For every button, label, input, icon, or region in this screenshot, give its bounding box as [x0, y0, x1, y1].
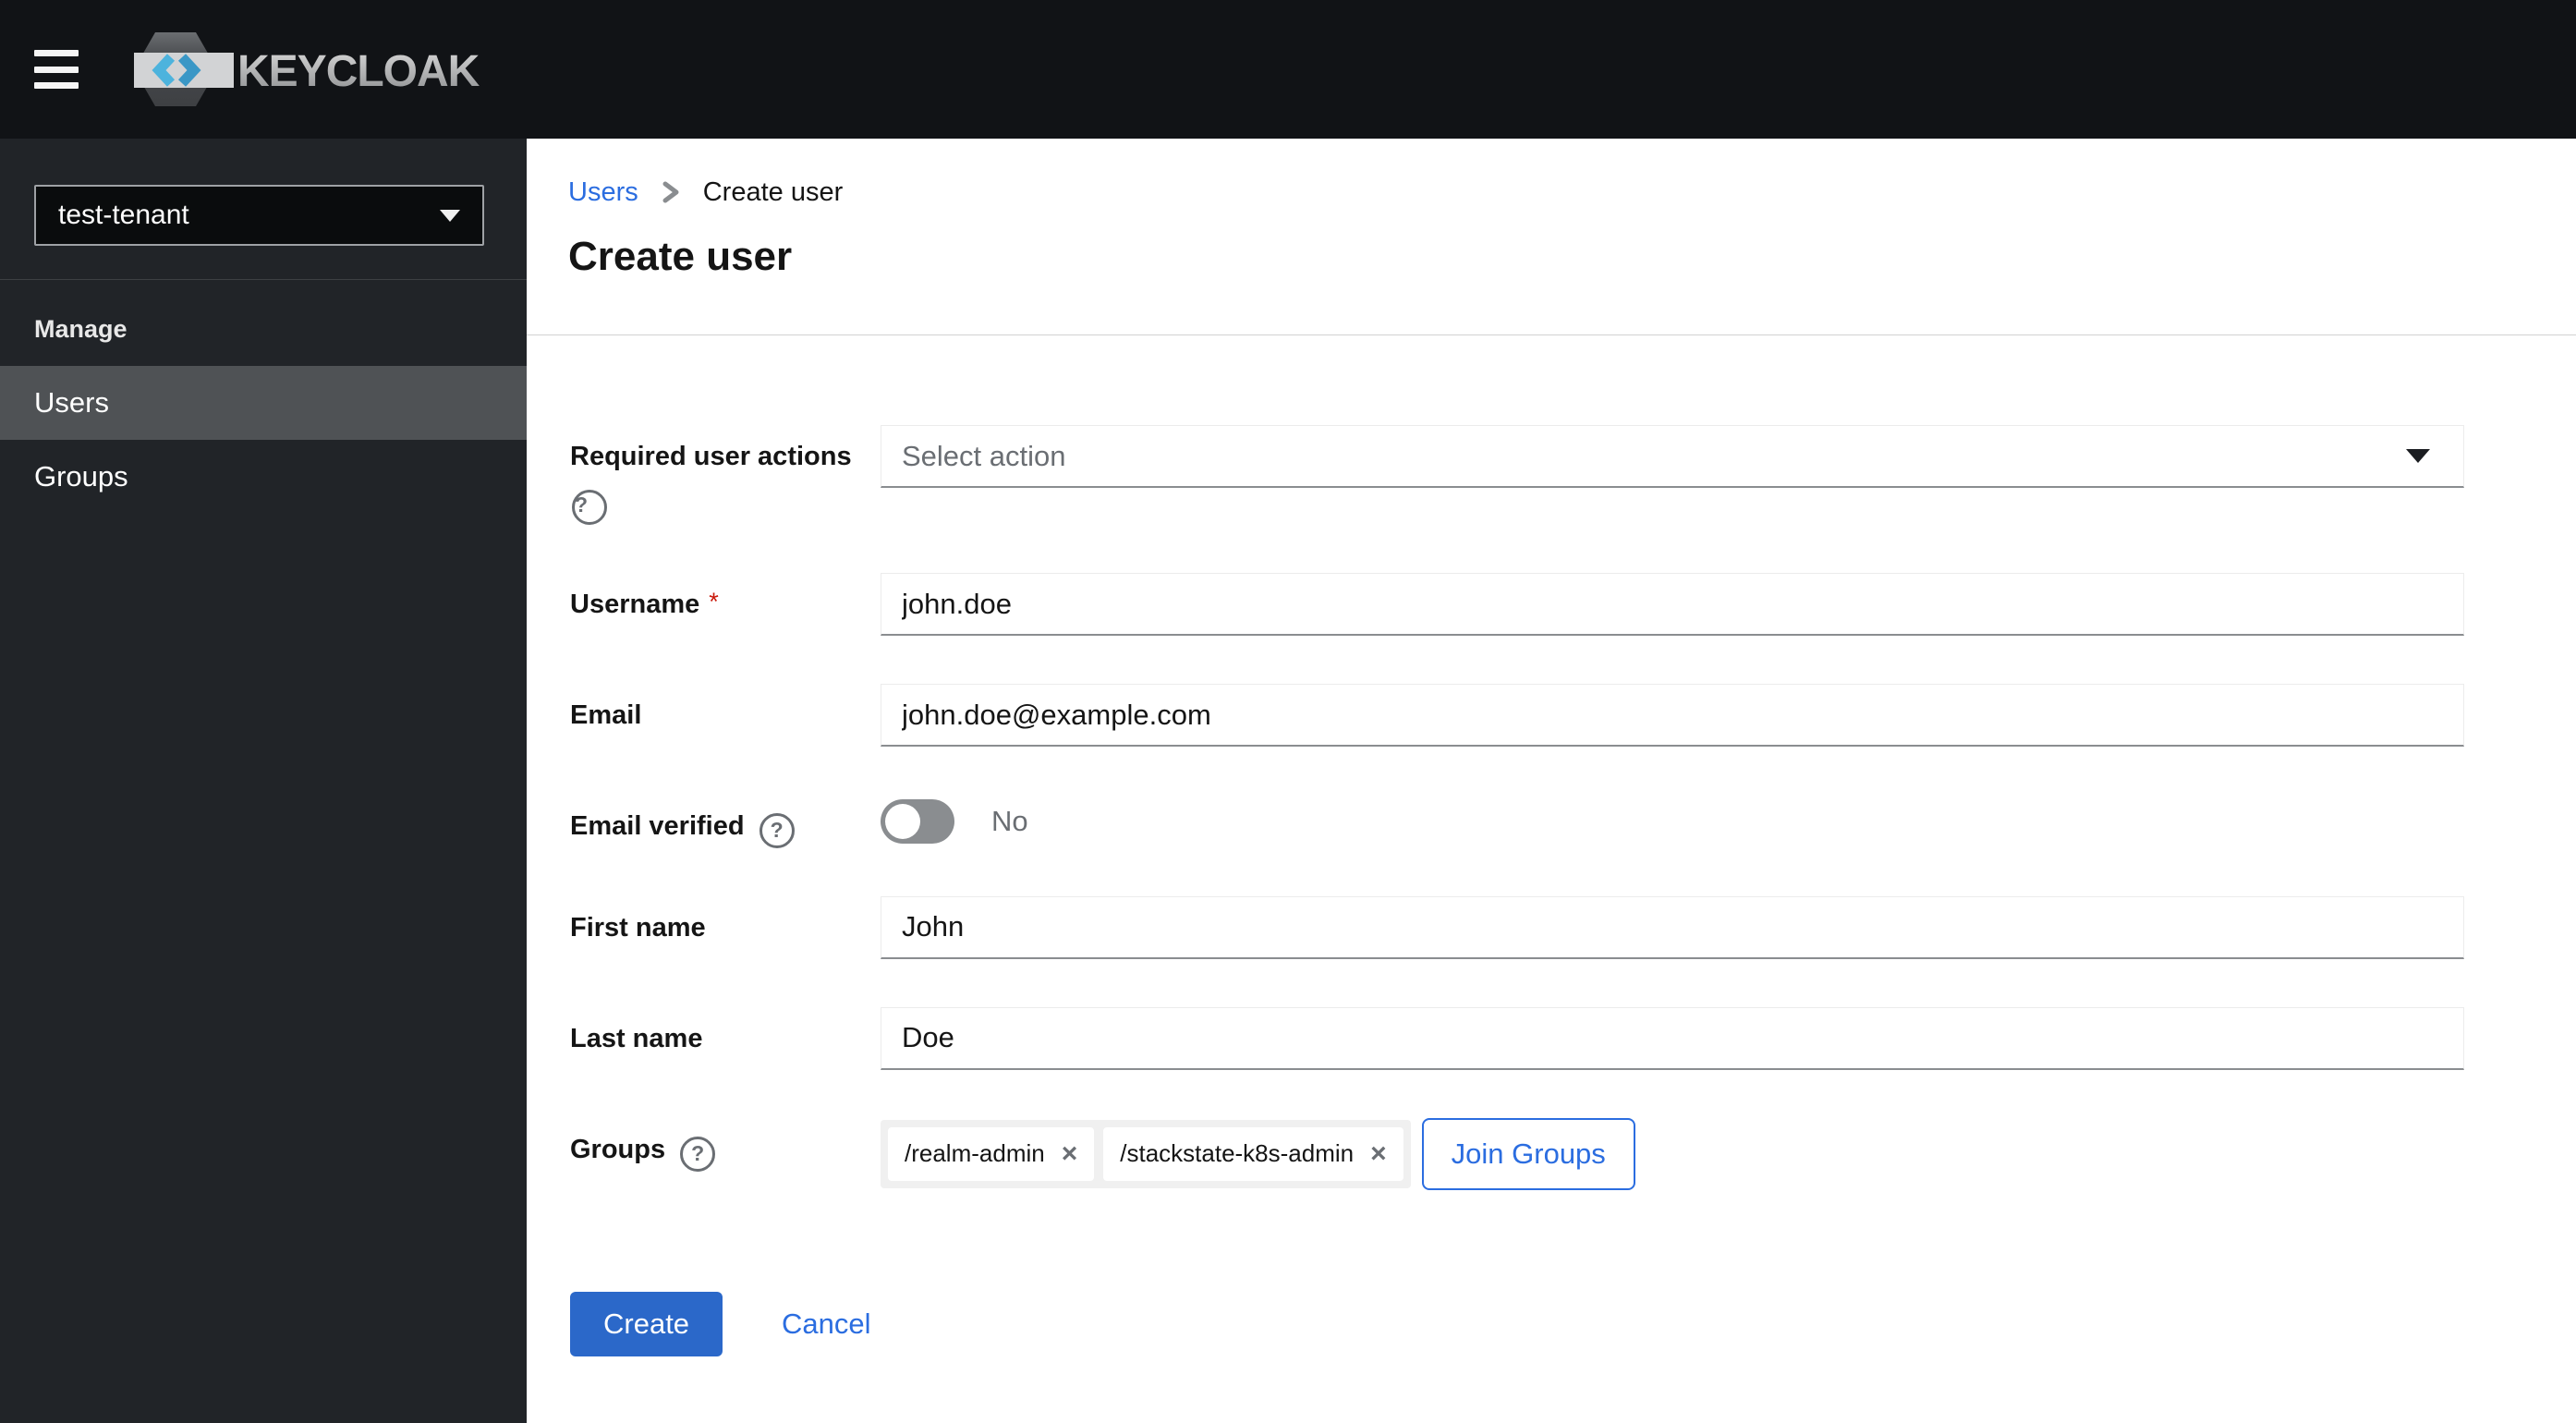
breadcrumb-current: Create user — [702, 177, 844, 207]
switch-knob — [885, 803, 920, 839]
page-title: Create user — [568, 234, 793, 279]
nav-toggle-button[interactable] — [34, 48, 80, 91]
chip-label: /realm-admin — [905, 1139, 1045, 1168]
cancel-link[interactable]: Cancel — [782, 1307, 871, 1341]
sidebar-item-groups[interactable]: Groups — [0, 440, 527, 514]
chip-stackstate-k8s-admin: /stackstate-k8s-admin × — [1103, 1126, 1403, 1181]
first-name-input[interactable] — [881, 895, 2464, 959]
last-name-label: Last name — [570, 1023, 703, 1053]
sidebar-item-label: Users — [34, 386, 109, 419]
form-group-username: Username * — [570, 573, 2576, 636]
close-icon[interactable]: × — [1370, 1139, 1387, 1168]
sidebar-item-label: Groups — [34, 460, 128, 493]
chip-realm-admin: /realm-admin × — [888, 1126, 1095, 1181]
form-group-required-user-actions: Required user actions ? Select action — [570, 425, 2576, 525]
form-group-groups: Groups? /realm-admin × /stackstate-k8s-a… — [570, 1117, 2576, 1190]
form-actions: Create Cancel — [570, 1291, 2576, 1356]
realm-selector-dropdown[interactable]: test-tenant — [34, 185, 484, 246]
groups-label: Groups — [570, 1134, 666, 1164]
username-input[interactable] — [881, 573, 2464, 636]
sidebar-nav: Users Groups — [0, 366, 527, 514]
email-verified-label: Email verified — [570, 811, 745, 841]
email-verified-state: No — [991, 804, 1028, 837]
required-asterisk: * — [709, 588, 719, 615]
create-button[interactable]: Create — [570, 1291, 723, 1356]
form-group-last-name: Last name — [570, 1006, 2576, 1070]
breadcrumb: Users Create user — [568, 176, 2576, 209]
email-label: Email — [570, 700, 642, 730]
required-user-actions-label: Required user actions — [570, 442, 852, 471]
help-icon[interactable]: ? — [572, 490, 607, 525]
sidebar-divider — [0, 279, 527, 280]
sidebar: test-tenant Manage Users Groups — [0, 139, 527, 1423]
help-icon[interactable]: ? — [680, 1136, 716, 1172]
groups-chip-group: /realm-admin × /stackstate-k8s-admin × — [881, 1119, 1411, 1188]
create-user-form: Required user actions ? Select action Us… — [527, 335, 2576, 1356]
page-header: Users Create user Create user — [527, 139, 2576, 335]
form-group-email: Email — [570, 684, 2576, 747]
realm-selector-value: test-tenant — [58, 200, 189, 230]
breadcrumb-separator-icon — [659, 176, 683, 208]
form-group-email-verified: Email verified? No — [570, 795, 2576, 848]
username-label: Username — [570, 590, 700, 619]
email-input[interactable] — [881, 684, 2464, 747]
first-name-label: First name — [570, 912, 706, 943]
chip-label: /stackstate-k8s-admin — [1120, 1139, 1355, 1168]
close-icon[interactable]: × — [1062, 1139, 1078, 1168]
main-content: Users Create user Create user Required u… — [527, 139, 2576, 1423]
caret-down-icon — [2406, 449, 2430, 463]
hamburger-icon — [34, 50, 79, 56]
masthead: KEYCLOAK — [0, 0, 2576, 139]
required-actions-select[interactable]: Select action — [881, 425, 2464, 488]
breadcrumb-link-users[interactable]: Users — [568, 176, 638, 209]
keycloak-logo-text: KEYCLOAK — [237, 47, 480, 96]
join-groups-button[interactable]: Join Groups — [1421, 1117, 1635, 1190]
help-icon[interactable]: ? — [759, 812, 795, 848]
nav-section-title-manage: Manage — [34, 315, 128, 343]
form-group-first-name: First name — [570, 895, 2576, 959]
sidebar-item-users[interactable]: Users — [0, 366, 527, 440]
last-name-input[interactable] — [881, 1006, 2464, 1070]
email-verified-toggle[interactable] — [881, 798, 954, 844]
keycloak-logo: KEYCLOAK — [134, 32, 481, 106]
chevron-down-icon — [440, 209, 460, 222]
select-placeholder: Select action — [902, 439, 1066, 472]
